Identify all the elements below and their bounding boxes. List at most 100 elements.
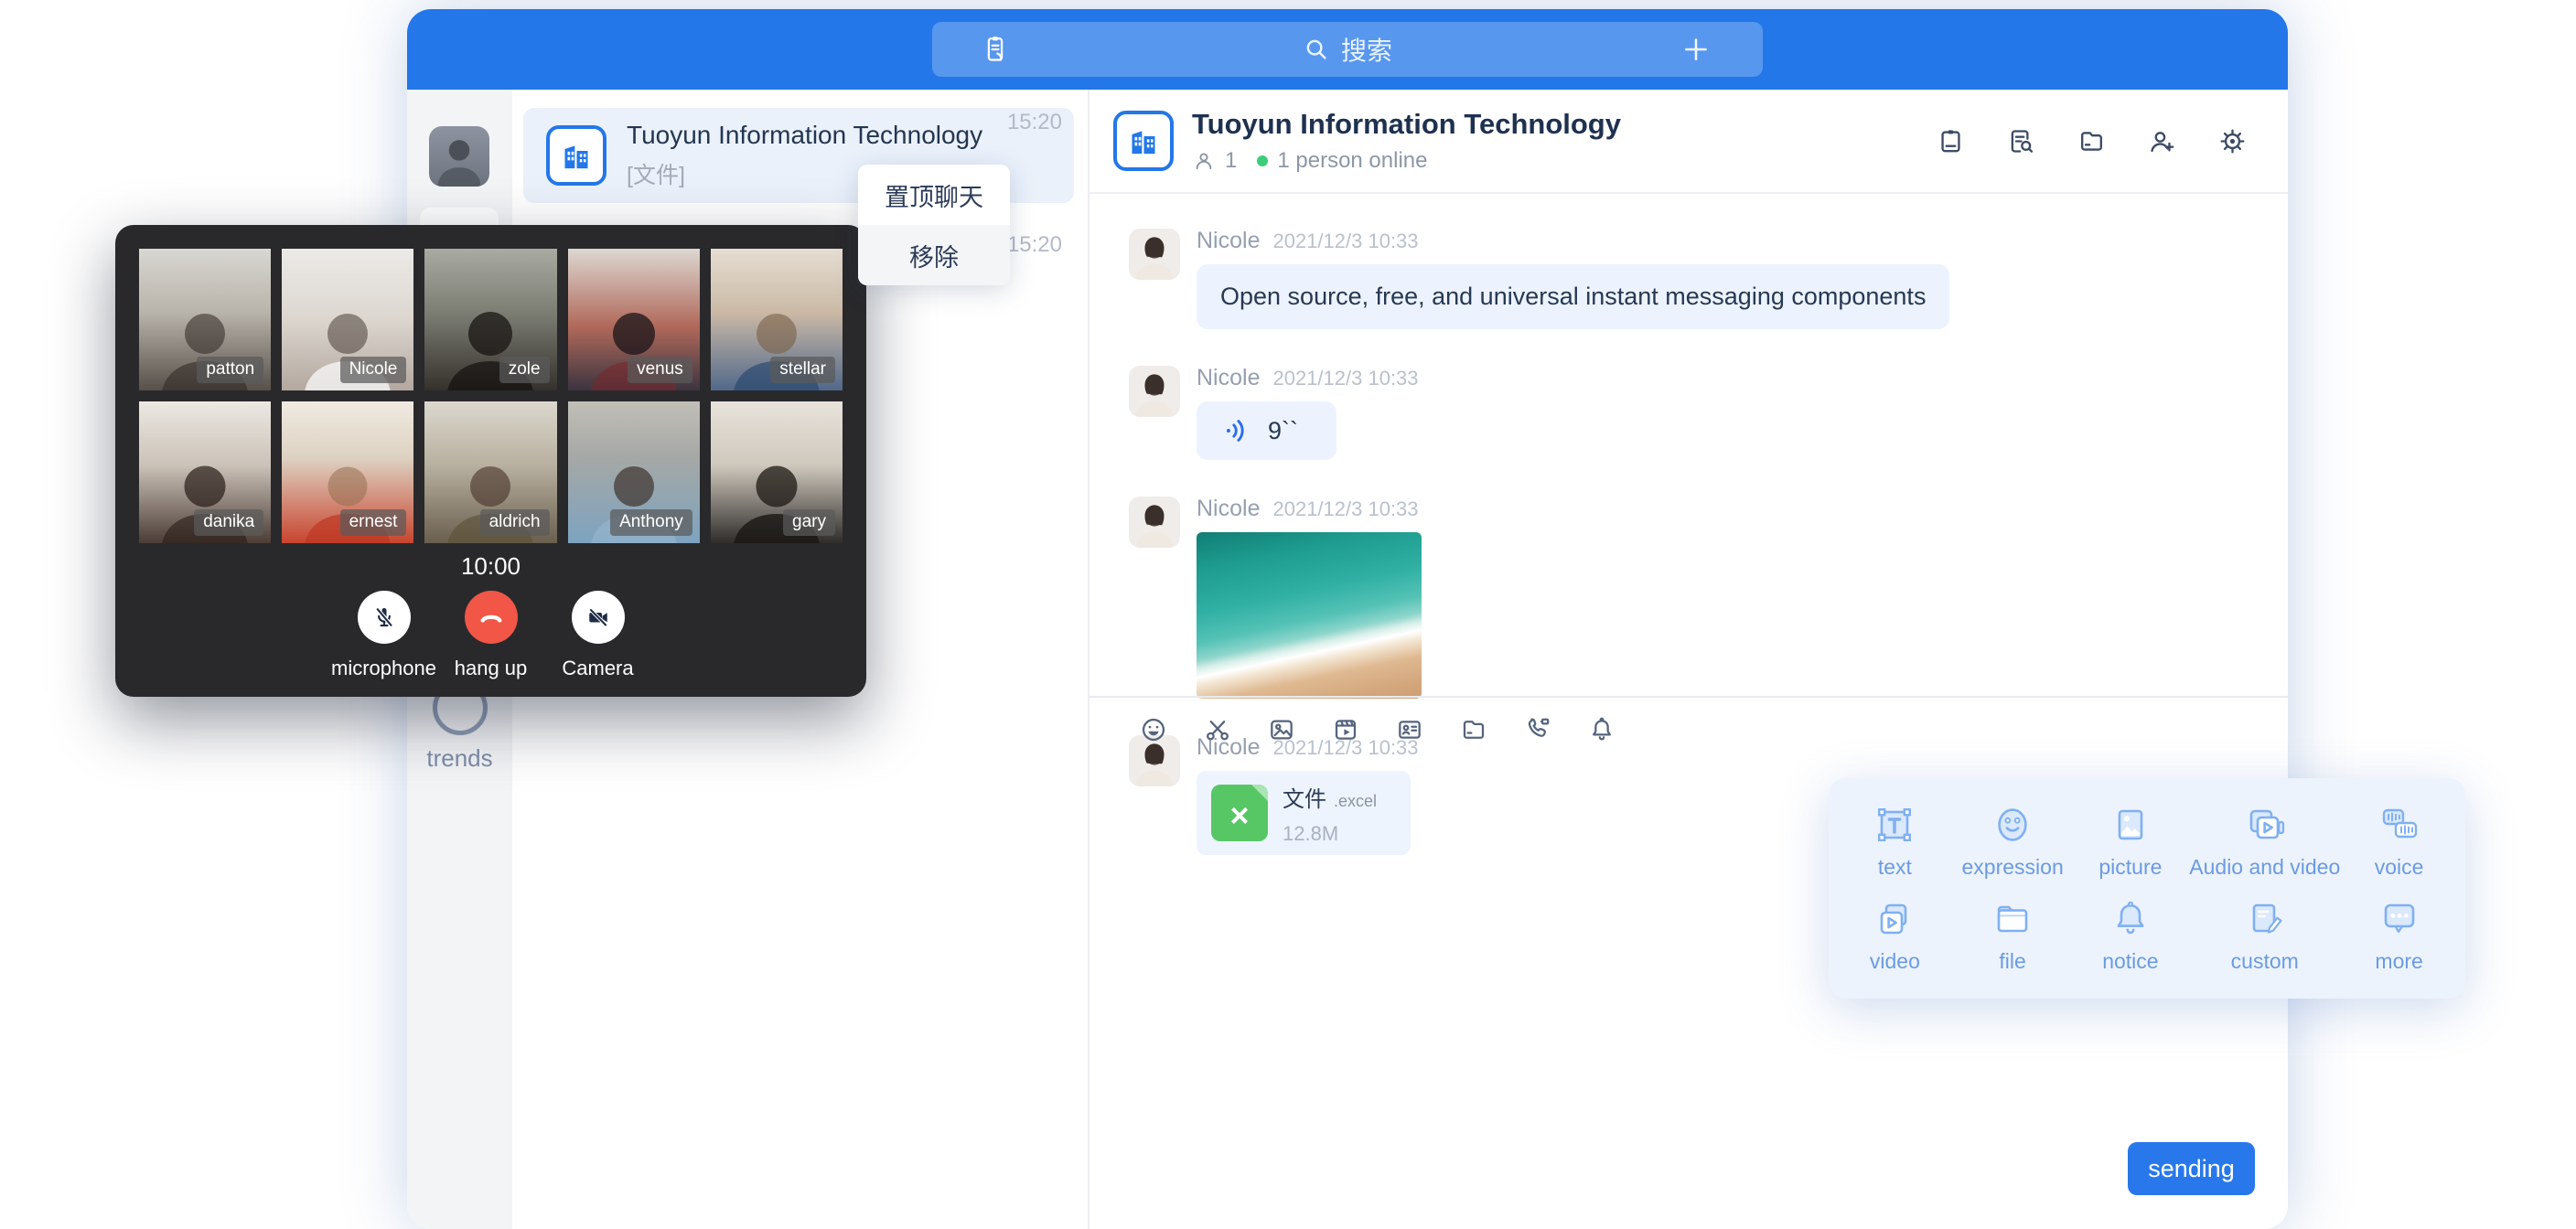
expression-icon [1991,803,2034,847]
participant-tile: patton [139,249,271,390]
sender-avatar[interactable] [1129,229,1180,280]
panel-item-label: file [1999,949,2025,974]
panel-item-video[interactable]: video [1836,889,1954,983]
search-bar[interactable]: 搜索 [1303,31,1392,68]
panel-item-audio-video[interactable]: Audio and video [2189,795,2340,889]
person-silhouette-icon [1129,366,1180,417]
participant-name: venus [628,357,692,383]
call-controls: microphone hang up Camera [115,591,866,680]
panel-item-label: notice [2102,949,2158,974]
history-search-icon [2006,126,2036,156]
screenshot-button[interactable] [1203,715,1232,744]
panel-item-notice[interactable]: notice [2072,889,2190,983]
message-time: 2021/12/3 10:33 [1272,497,1418,521]
group-notice-button[interactable] [1936,126,1966,156]
participant-name: gary [783,509,835,536]
participant-name: Nicole [340,357,407,383]
conversation-time: 15:20 [1007,232,1062,258]
sender-avatar[interactable] [1129,497,1180,548]
notification-button[interactable] [1587,715,1616,744]
participant-name: danika [194,509,263,536]
panel-item-voice[interactable]: voice [2340,795,2458,889]
voice-bubble[interactable]: 9`` [1197,401,1336,460]
panel-item-text[interactable]: text [1836,795,1954,889]
panel-item-label: voice [2375,855,2424,880]
titlebar-pill: 搜索 [932,22,1763,77]
bell-icon [1587,715,1616,744]
participant-tile: Anthony [568,401,700,543]
conversation-title: Tuoyun Information Technology [627,121,982,150]
hangup-label: hang up [437,657,544,680]
participant-tile: zole [424,249,556,390]
text-bubble[interactable]: Open source, free, and universal instant… [1197,264,1949,329]
person-silhouette-icon [1129,229,1180,280]
picture-icon [1267,715,1296,744]
participant-tile: ernest [282,401,413,543]
chat-history-search-button[interactable] [2006,126,2036,156]
message-voice: Nicole 2021/12/3 10:33 9`` [1129,366,2288,460]
group-avatar [546,125,606,186]
group-files-button[interactable] [2077,126,2107,156]
image-button[interactable] [1267,715,1296,744]
search-label: 搜索 [1341,31,1392,68]
video-clapper-icon [1331,715,1360,744]
image-message-beach[interactable] [1197,532,1422,699]
call-record-button[interactable] [980,34,1011,65]
message-type-panel: text expression picture Audio and video [1829,778,2465,999]
menu-item-pin-chat[interactable]: 置顶聊天 [858,165,1010,225]
microphone-label: microphone [330,657,437,680]
clipboard-call-icon [980,34,1011,65]
panel-item-label: text [1878,855,1912,880]
send-button[interactable]: sending [2128,1142,2255,1195]
chat-area: Tuoyun Information Technology 1 1 person… [1089,90,2288,1229]
panel-item-more[interactable]: more [2340,889,2458,983]
my-avatar[interactable] [429,126,489,187]
contact-card-button[interactable] [1395,715,1424,744]
video-call-button[interactable] [1523,715,1552,744]
hangup-button[interactable] [465,591,518,644]
sender-name: Nicole [1197,366,1260,390]
folder-icon [2077,126,2107,156]
phone-camera-icon [1523,715,1552,744]
panel-item-custom[interactable]: custom [2189,889,2340,983]
trends-label: trends [407,744,512,773]
sender-avatar[interactable] [1129,366,1180,417]
emoji-button[interactable] [1139,715,1168,744]
voice-duration: 9`` [1268,417,1298,445]
gear-icon [2217,126,2248,156]
message-text: Nicole 2021/12/3 10:33 Open source, free… [1129,229,2288,329]
menu-item-remove[interactable]: 移除 [858,225,1010,285]
building-icon [558,137,595,174]
panel-item-picture[interactable]: picture [2072,795,2190,889]
conversation-context-menu: 置顶聊天 移除 [858,165,1010,285]
file-tool-icon [1991,897,2034,941]
text-tool-icon [1873,803,1916,847]
add-member-button[interactable] [2147,126,2177,156]
video-button[interactable] [1331,715,1360,744]
participant-tile: venus [568,249,700,390]
group-settings-button[interactable] [2217,126,2248,156]
camera-control: Camera [544,591,651,680]
online-dot [1257,155,1268,166]
scissors-icon [1203,715,1232,744]
microphone-control: microphone [330,591,437,680]
notice-icon [2109,897,2152,941]
add-button[interactable] [1680,34,1712,65]
conversation-time: 15:20 [1007,110,1062,135]
panel-item-expression[interactable]: expression [1954,795,2072,889]
panel-item-label: picture [2098,855,2162,880]
participant-name: Anthony [610,509,692,536]
building-icon [1125,123,1162,159]
titlebar: 搜索 [407,9,2288,90]
file-button[interactable] [1459,715,1488,744]
video-tool-icon [1873,897,1916,941]
panel-item-label: more [2375,949,2422,974]
participant-tile: stellar [711,249,843,390]
camera-button[interactable] [572,591,625,644]
id-card-icon [1395,715,1424,744]
camera-label: Camera [544,657,651,680]
microphone-button[interactable] [358,591,411,644]
panel-item-file[interactable]: file [1954,889,2072,983]
participant-grid: patton Nicole zole venus stellar danika … [139,249,843,543]
voice-tool-icon [2377,803,2421,847]
